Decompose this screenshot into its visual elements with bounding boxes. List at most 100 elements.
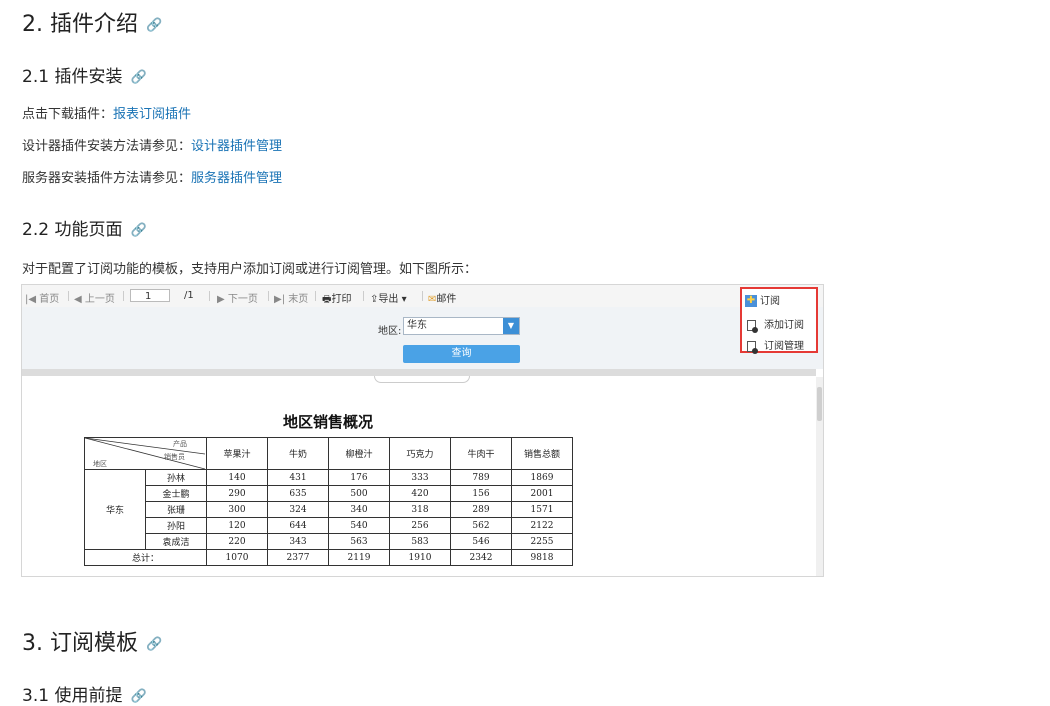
value-cell: 431	[267, 469, 329, 486]
corner-header-cell: 产品 销售员 地区	[84, 437, 207, 470]
page-total: /1	[184, 290, 194, 301]
total-cell: 2377	[267, 549, 329, 566]
total-row: 总计： 1070 2377 2119 1910 2342 9818	[84, 549, 573, 566]
value-cell: 1571	[511, 501, 573, 518]
value-cell: 156	[450, 485, 512, 502]
section-2-heading: 2. 插件介绍 🔗	[22, 12, 163, 37]
value-cell: 256	[389, 517, 451, 534]
value-cell: 289	[450, 501, 512, 518]
last-page-button[interactable]: ▶| 末页	[274, 290, 308, 305]
section-2-1-heading: 2.1 插件安装 🔗	[22, 67, 147, 87]
table-row: 张珊 300 324 340 318 289 1571	[85, 501, 573, 518]
section-3-heading: 3. 订阅模板 🔗	[22, 631, 163, 656]
paragraph-server: 服务器安装插件方法请参见：服务器插件管理	[22, 171, 283, 186]
value-cell: 563	[328, 533, 390, 550]
feature-screenshot: |◀ 首页 ◀ 上一页 1 /1 ▶ 下一页 ▶| 末页 🖶打印 ⇪导出 ▾ ✉…	[21, 284, 824, 577]
value-cell: 540	[328, 517, 390, 534]
column-header: 牛肉干	[450, 437, 512, 470]
total-cell: 1070	[206, 549, 268, 566]
value-cell: 324	[267, 501, 329, 518]
download-plugin-link[interactable]: 报表订阅插件	[113, 107, 191, 122]
total-cell: 2119	[328, 549, 390, 566]
manage-doc-icon	[747, 340, 758, 354]
value-cell: 562	[450, 517, 512, 534]
first-page-button[interactable]: |◀ 首页	[25, 290, 59, 305]
value-cell: 343	[267, 533, 329, 550]
salesperson-cell: 张珊	[145, 501, 207, 518]
query-button[interactable]: 查询	[403, 345, 520, 363]
sales-report-table: 产品 销售员 地区 苹果汁 牛奶 柳橙汁 巧克力 牛肉干 销售总额 华东 孙林 …	[84, 437, 573, 566]
value-cell: 500	[328, 485, 390, 502]
subscribe-star-icon: ✚	[745, 295, 757, 307]
subscribe-menu-highlight: ✚ 订阅 添加订阅 订阅管理	[740, 287, 818, 354]
value-cell: 2001	[511, 485, 573, 502]
designer-plugin-link[interactable]: 设计器插件管理	[191, 139, 282, 154]
table-header-row: 产品 销售员 地区 苹果汁 牛奶 柳橙汁 巧克力 牛肉干 销售总额	[84, 437, 573, 470]
column-header: 苹果汁	[206, 437, 268, 470]
value-cell: 340	[328, 501, 390, 518]
export-button[interactable]: ⇪导出 ▾	[370, 290, 407, 305]
value-cell: 333	[389, 469, 451, 486]
value-cell: 644	[267, 517, 329, 534]
total-cell: 1910	[389, 549, 451, 566]
salesperson-cell: 孙阳	[145, 517, 207, 534]
value-cell: 1869	[511, 469, 573, 486]
value-cell: 176	[328, 469, 390, 486]
paragraph-download: 点击下载插件：报表订阅插件	[22, 107, 192, 122]
collapse-handle[interactable]	[374, 376, 470, 383]
value-cell: 583	[389, 533, 451, 550]
value-cell: 290	[206, 485, 268, 502]
section-2-2-heading: 2.2 功能页面 🔗	[22, 220, 147, 240]
value-cell: 318	[389, 501, 451, 518]
column-header: 巧克力	[389, 437, 451, 470]
total-cell: 2342	[450, 549, 512, 566]
column-header: 柳橙汁	[328, 437, 390, 470]
page-number-input[interactable]: 1	[130, 289, 170, 302]
link-icon[interactable]: 🔗	[130, 689, 146, 704]
total-cell: 9818	[511, 549, 573, 566]
value-cell: 300	[206, 501, 268, 518]
value-cell: 140	[206, 469, 268, 486]
link-icon[interactable]: 🔗	[146, 18, 162, 33]
table-row: 金士鹏 290 635 500 420 156 2001	[85, 485, 573, 502]
salesperson-cell: 袁成洁	[145, 533, 207, 550]
manage-subscription-item[interactable]: 订阅管理	[747, 337, 804, 354]
value-cell: 635	[267, 485, 329, 502]
server-plugin-link[interactable]: 服务器插件管理	[191, 171, 282, 186]
add-subscription-item[interactable]: 添加订阅	[747, 316, 804, 333]
value-cell: 546	[450, 533, 512, 550]
value-cell: 420	[389, 485, 451, 502]
panel-divider	[22, 369, 816, 376]
subscribe-button[interactable]: ✚ 订阅	[745, 292, 780, 307]
column-header: 牛奶	[267, 437, 329, 470]
dropdown-arrow-icon[interactable]: ▼	[503, 318, 519, 334]
section-3-1-heading: 3.1 使用前提 🔗	[22, 686, 147, 706]
prev-page-button[interactable]: ◀ 上一页	[74, 290, 115, 305]
region-cell: 华东	[84, 469, 146, 550]
mail-button[interactable]: ✉邮件	[428, 290, 456, 305]
salesperson-cell: 孙林	[145, 469, 207, 486]
report-title: 地区销售概况	[282, 413, 373, 431]
value-cell: 2122	[511, 517, 573, 534]
paragraph-feature-desc: 对于配置了订阅功能的模板，支持用户添加订阅或进行订阅管理。如下图所示：	[22, 262, 478, 277]
link-icon[interactable]: 🔗	[130, 70, 146, 85]
region-label: 地区:	[378, 326, 402, 337]
total-label: 总计：	[84, 549, 207, 566]
value-cell: 2255	[511, 533, 573, 550]
paragraph-designer: 设计器插件安装方法请参见：设计器插件管理	[22, 139, 283, 154]
value-cell: 120	[206, 517, 268, 534]
region-select[interactable]: 华东 ▼	[403, 317, 520, 335]
table-row: 孙阳 120 644 540 256 562 2122	[85, 517, 573, 534]
add-doc-icon	[747, 319, 758, 333]
column-header: 销售总额	[511, 437, 573, 470]
report-toolbar: |◀ 首页 ◀ 上一页 1 /1 ▶ 下一页 ▶| 末页 🖶打印 ⇪导出 ▾ ✉…	[22, 285, 823, 308]
next-page-button[interactable]: ▶ 下一页	[217, 290, 258, 305]
value-cell: 789	[450, 469, 512, 486]
table-row: 袁成洁 220 343 563 583 546 2255	[85, 533, 573, 550]
value-cell: 220	[206, 533, 268, 550]
link-icon[interactable]: 🔗	[146, 637, 162, 652]
scrollbar-thumb[interactable]	[817, 387, 822, 421]
table-row: 华东 孙林 140 431 176 333 789 1869	[84, 469, 573, 550]
salesperson-cell: 金士鹏	[145, 485, 207, 502]
link-icon[interactable]: 🔗	[130, 223, 146, 238]
